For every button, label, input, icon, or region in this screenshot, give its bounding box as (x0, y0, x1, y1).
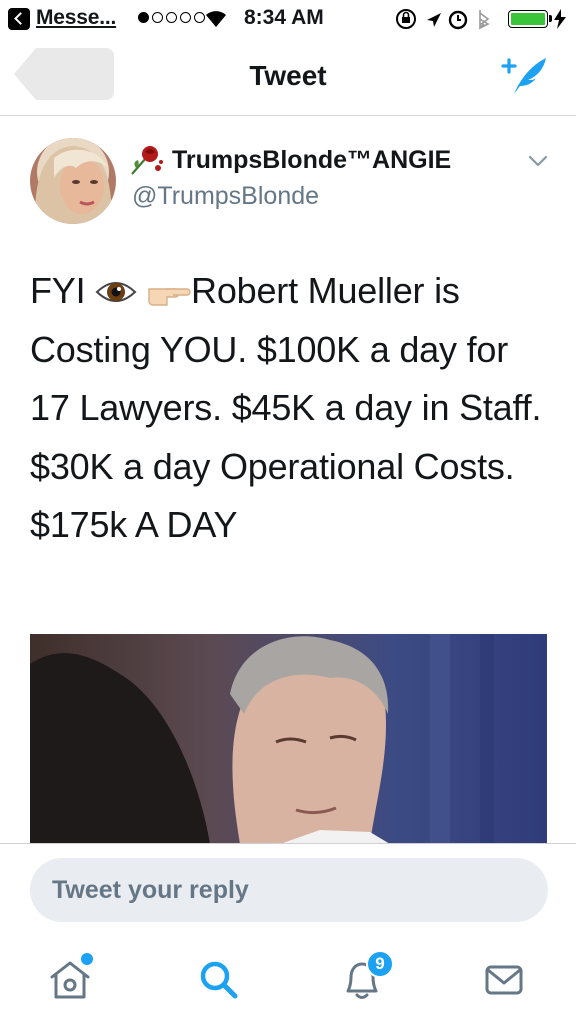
tweet-photo[interactable] (30, 634, 547, 844)
pointing-finger-emoji-icon (148, 288, 191, 306)
eye-emoji-icon (95, 282, 137, 302)
rotation-lock-icon (396, 9, 416, 29)
tweet-text-prefix: FYI (30, 270, 96, 311)
tweet-text: FYI Robert Mueller is Costing YOU. $100K… (30, 262, 550, 555)
charging-icon (554, 9, 566, 29)
page-title: Tweet (249, 60, 327, 91)
compose-tweet-icon[interactable] (500, 54, 550, 98)
status-time: 8:34 AM (244, 6, 324, 29)
search-icon[interactable] (194, 955, 242, 1003)
battery-icon (508, 10, 552, 28)
author-name-row[interactable]: TrumpsBlonde™ANGIE (130, 144, 451, 176)
back-app-label[interactable]: Messe... (36, 6, 116, 30)
status-icons (396, 9, 490, 30)
signal-strength-icon (138, 12, 205, 23)
new-content-dot (81, 953, 93, 965)
user-handle[interactable]: @TrumpsBlonde (132, 182, 319, 211)
messages-icon[interactable] (480, 955, 528, 1003)
reply-bar: Tweet your reply (0, 843, 576, 937)
nav-bar: Tweet (0, 38, 576, 116)
bluetooth-icon (479, 10, 490, 30)
reply-input[interactable]: Tweet your reply (30, 858, 548, 922)
wifi-icon (206, 11, 226, 27)
avatar[interactable] (30, 138, 116, 224)
alarm-icon (448, 10, 468, 30)
tweet-text-main: Robert Mueller is Costing YOU. $100K a d… (30, 270, 542, 545)
notification-badge: 9 (366, 950, 394, 978)
tab-bar (0, 937, 576, 1024)
display-name: TrumpsBlonde™ANGIE (172, 145, 452, 174)
back-to-app-icon[interactable] (8, 8, 30, 30)
rose-icon (131, 146, 163, 175)
chevron-down-icon[interactable] (526, 152, 550, 170)
location-icon (427, 13, 441, 27)
status-bar: Messe... 8:34 AM (0, 0, 576, 38)
